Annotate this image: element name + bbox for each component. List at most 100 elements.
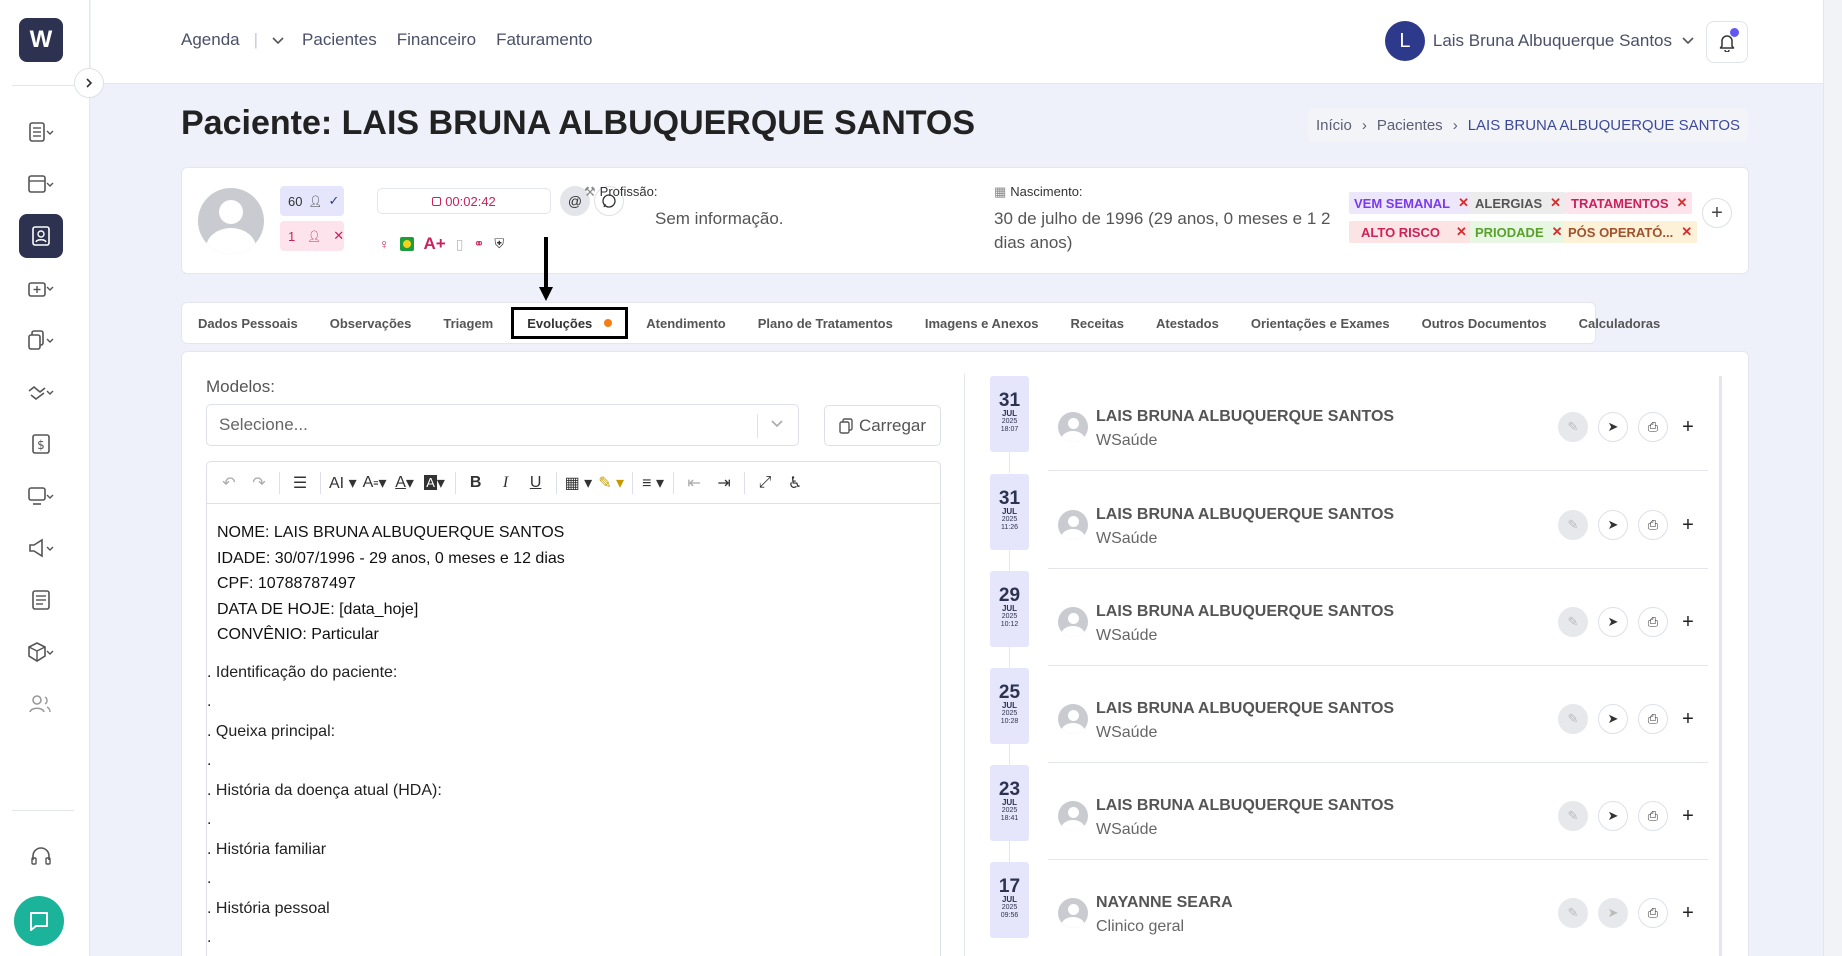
redo-icon[interactable]: ↷ bbox=[247, 469, 271, 497]
sidebar-item-documents[interactable] bbox=[19, 318, 63, 362]
print-button[interactable]: ⎙ bbox=[1638, 412, 1668, 442]
tag-pos-operatorio[interactable]: PÓS OPERATÓ... ✕ bbox=[1563, 221, 1698, 243]
font-size-icon[interactable]: AI ▾ bbox=[329, 469, 357, 497]
expand-button[interactable]: + bbox=[1678, 514, 1698, 537]
app-logo[interactable]: W bbox=[19, 18, 63, 62]
expand-button[interactable]: + bbox=[1678, 611, 1698, 634]
load-model-button[interactable]: Carregar bbox=[824, 405, 941, 446]
breadcrumb-home[interactable]: Início bbox=[1316, 117, 1352, 134]
evolution-card[interactable]: LAIS BRUNA ALBUQUERQUE SANTOS WSaúde ✎ ➤… bbox=[1048, 682, 1708, 763]
send-button[interactable]: ➤ bbox=[1598, 898, 1628, 928]
tab-imagens-e-anexos[interactable]: Imagens e Anexos bbox=[909, 302, 1055, 344]
notifications-button[interactable] bbox=[1706, 21, 1748, 63]
outdent-icon[interactable]: ⇤ bbox=[682, 469, 706, 497]
sidebar-item-monitor[interactable] bbox=[19, 474, 63, 518]
tab-outros-documentos[interactable]: Outros Documentos bbox=[1406, 302, 1563, 344]
sidebar-item-calendar[interactable] bbox=[19, 162, 63, 206]
print-button[interactable]: ⎙ bbox=[1638, 898, 1668, 928]
appointments-badge[interactable]: 60 👤︎ ✓ bbox=[280, 186, 344, 216]
print-button[interactable]: ⎙ bbox=[1638, 510, 1668, 540]
expand-button[interactable]: + bbox=[1678, 805, 1698, 828]
tag-alto-risco[interactable]: ALTO RISCO ✕ bbox=[1349, 221, 1472, 243]
page-scrollbar[interactable] bbox=[1823, 0, 1842, 956]
timeline-scrollbar[interactable] bbox=[1719, 376, 1722, 956]
evolution-card[interactable]: LAIS BRUNA ALBUQUERQUE SANTOS WSaúde ✎ ➤… bbox=[1048, 585, 1708, 666]
tab-triagem[interactable]: Triagem bbox=[427, 302, 509, 344]
underline-icon[interactable]: U bbox=[524, 469, 548, 497]
tab-receitas[interactable]: Receitas bbox=[1055, 302, 1140, 344]
italic-icon[interactable]: I bbox=[494, 469, 518, 497]
undo-icon[interactable]: ↶ bbox=[217, 469, 241, 497]
chat-button[interactable] bbox=[14, 896, 64, 946]
send-button[interactable]: ➤ bbox=[1598, 704, 1628, 734]
sidebar-item-patients[interactable] bbox=[19, 214, 63, 258]
sidebar-item-users[interactable] bbox=[19, 682, 63, 726]
sidebar-item-handshake[interactable] bbox=[19, 370, 63, 414]
breadcrumb-patients[interactable]: Pacientes bbox=[1377, 117, 1443, 134]
nav-pacientes[interactable]: Pacientes bbox=[302, 30, 377, 50]
sidebar-item-reports[interactable] bbox=[19, 578, 63, 622]
expand-button[interactable]: + bbox=[1678, 416, 1698, 439]
edit-button[interactable]: ✎ bbox=[1558, 607, 1588, 637]
sidebar-item-financial[interactable]: $ bbox=[19, 422, 63, 466]
send-button[interactable]: ➤ bbox=[1598, 510, 1628, 540]
tab-observacoes[interactable]: Observações bbox=[314, 302, 428, 344]
table-icon[interactable]: ▦ ▾ bbox=[565, 469, 593, 497]
nav-faturamento[interactable]: Faturamento bbox=[496, 30, 592, 50]
tag-tratamentos[interactable]: TRATAMENTOS ✕ bbox=[1566, 192, 1693, 214]
sidebar-item-clinic[interactable] bbox=[19, 266, 63, 310]
tab-evolucoes[interactable]: Evoluções bbox=[511, 307, 629, 339]
font-color-icon[interactable]: A ▾ bbox=[393, 469, 417, 497]
user-menu[interactable]: L Lais Bruna Albuquerque Santos bbox=[1384, 21, 1694, 61]
expand-button[interactable]: + bbox=[1678, 902, 1698, 925]
background-color-icon[interactable]: A ▾ bbox=[423, 469, 447, 497]
rich-text-editor[interactable]: ↶ ↷ ☰ AI ▾ A ≡ ▾ A ▾ A ▾ B I U ▦ ▾ ✎ ▾ ≡ … bbox=[206, 461, 941, 956]
print-button[interactable]: ⎙ bbox=[1638, 607, 1668, 637]
expand-button[interactable]: + bbox=[1678, 708, 1698, 731]
evolution-card[interactable]: LAIS BRUNA ALBUQUERQUE SANTOS WSaúde ✎ ➤… bbox=[1048, 488, 1708, 569]
evolution-card[interactable]: NAYANNE SEARA Clinico geral ✎ ➤ ⎙ + bbox=[1048, 876, 1708, 956]
edit-button[interactable]: ✎ bbox=[1558, 801, 1588, 831]
evolution-card[interactable]: LAIS BRUNA ALBUQUERQUE SANTOS WSaúde ✎ ➤… bbox=[1048, 779, 1708, 860]
sidebar-toggle-button[interactable] bbox=[74, 68, 104, 98]
tab-atestados[interactable]: Atestados bbox=[1140, 302, 1235, 344]
print-button[interactable]: ⎙ bbox=[1638, 704, 1668, 734]
add-tag-button[interactable]: + bbox=[1702, 198, 1732, 228]
send-button[interactable]: ➤ bbox=[1598, 801, 1628, 831]
edit-button[interactable]: ✎ bbox=[1558, 412, 1588, 442]
model-select[interactable]: Selecione... bbox=[206, 404, 799, 446]
edit-button[interactable]: ✎ bbox=[1558, 898, 1588, 928]
sidebar-item-support[interactable] bbox=[19, 835, 63, 879]
align-icon[interactable]: ≡ ▾ bbox=[641, 469, 665, 497]
sidebar-item-marketing[interactable] bbox=[19, 526, 63, 570]
tag-priodade[interactable]: PRIODADE ✕ bbox=[1470, 221, 1568, 243]
chevron-down-icon[interactable] bbox=[272, 30, 284, 50]
text-style-icon[interactable]: A ≡ ▾ bbox=[363, 469, 387, 497]
fullscreen-icon[interactable]: ⤢ bbox=[753, 469, 777, 497]
evolution-card[interactable]: LAIS BRUNA ALBUQUERQUE SANTOS WSaúde ✎ ➤… bbox=[1048, 390, 1708, 471]
tab-dados-pessoais[interactable]: Dados Pessoais bbox=[182, 302, 314, 344]
tab-plano-de-tratamentos[interactable]: Plano de Tratamentos bbox=[742, 302, 909, 344]
accessibility-icon[interactable]: ♿︎ bbox=[783, 469, 807, 497]
sidebar-item-agenda[interactable] bbox=[19, 110, 63, 154]
editor-content[interactable]: NOME: LAIS BRUNA ALBUQUERQUE SANTOS IDAD… bbox=[207, 504, 940, 953]
tag-alergias[interactable]: ALERGIAS ✕ bbox=[1470, 192, 1567, 214]
session-timer[interactable]: 00:02:42 bbox=[377, 188, 551, 214]
nav-financeiro[interactable]: Financeiro bbox=[397, 30, 476, 50]
nav-agenda[interactable]: Agenda bbox=[181, 30, 240, 50]
select-all-icon[interactable]: ☰ bbox=[288, 469, 312, 497]
sidebar-item-inventory[interactable] bbox=[19, 630, 63, 674]
print-button[interactable]: ⎙ bbox=[1638, 801, 1668, 831]
bold-icon[interactable]: B bbox=[464, 469, 488, 497]
indent-icon[interactable]: ⇥ bbox=[712, 469, 736, 497]
absences-badge[interactable]: 1 👤︎ ✕ bbox=[280, 221, 344, 251]
send-button[interactable]: ➤ bbox=[1598, 607, 1628, 637]
highlight-icon[interactable]: ✎ ▾ bbox=[598, 469, 624, 497]
patient-avatar[interactable] bbox=[198, 188, 264, 254]
send-button[interactable]: ➤ bbox=[1598, 412, 1628, 442]
tab-calculadoras[interactable]: Calculadoras bbox=[1563, 302, 1677, 344]
edit-button[interactable]: ✎ bbox=[1558, 704, 1588, 734]
tag-vem-semanal[interactable]: VEM SEMANAL ✕ bbox=[1349, 192, 1474, 214]
tab-orientacoes-e-exames[interactable]: Orientações e Exames bbox=[1235, 302, 1406, 344]
edit-button[interactable]: ✎ bbox=[1558, 510, 1588, 540]
